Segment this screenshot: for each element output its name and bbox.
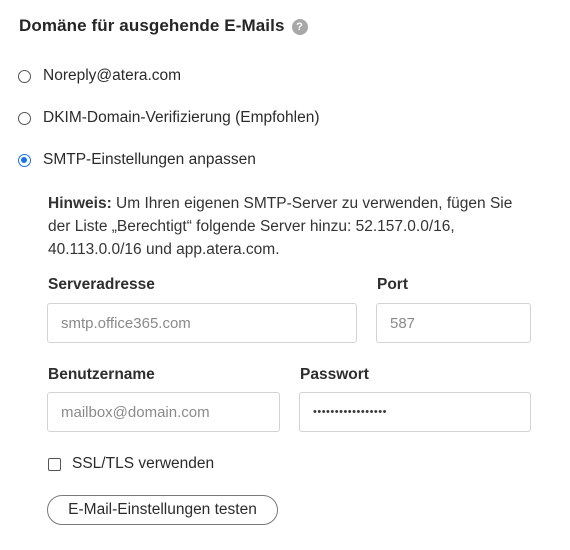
smtp-hint: Hinweis: Um Ihren eigenen SMTP-Server zu… xyxy=(48,192,528,261)
radio-dkim-label: DKIM-Domain-Verifizierung (Empfohlen) xyxy=(43,109,320,126)
help-icon[interactable]: ? xyxy=(291,18,308,35)
server-address-label: Serveradresse xyxy=(48,276,155,293)
section-header: Domäne für ausgehende E-Mails ? xyxy=(19,16,308,36)
radio-dkim[interactable] xyxy=(18,111,31,125)
port-label: Port xyxy=(377,276,408,293)
radio-noreply[interactable] xyxy=(18,69,31,83)
hint-text: Um Ihren eigenen SMTP-Server zu verwende… xyxy=(48,195,513,258)
radio-smtp-label: SMTP-Einstellungen anpassen xyxy=(43,151,256,168)
radio-smtp[interactable] xyxy=(18,153,31,167)
ssl-tls-checkbox[interactable] xyxy=(48,457,61,471)
hint-label: Hinweis: xyxy=(48,195,112,212)
radio-noreply-label: Noreply@atera.com xyxy=(43,67,182,84)
section-title: Domäne für ausgehende E-Mails xyxy=(19,16,285,35)
test-email-settings-button[interactable]: E-Mail-Einstellungen testen xyxy=(47,495,278,525)
password-input[interactable] xyxy=(299,392,531,432)
radio-option-smtp[interactable]: SMTP-Einstellungen anpassen xyxy=(18,151,256,169)
server-address-input[interactable] xyxy=(47,303,357,343)
ssl-tls-label: SSL/TLS verwenden xyxy=(72,455,215,472)
password-label: Passwort xyxy=(300,366,369,383)
username-input[interactable] xyxy=(47,392,280,432)
username-label: Benutzername xyxy=(48,366,155,383)
radio-option-dkim[interactable]: DKIM-Domain-Verifizierung (Empfohlen) xyxy=(18,109,320,127)
ssl-tls-option[interactable]: SSL/TLS verwenden xyxy=(48,455,214,473)
radio-option-noreply[interactable]: Noreply@atera.com xyxy=(18,67,181,85)
port-input[interactable] xyxy=(376,303,531,343)
